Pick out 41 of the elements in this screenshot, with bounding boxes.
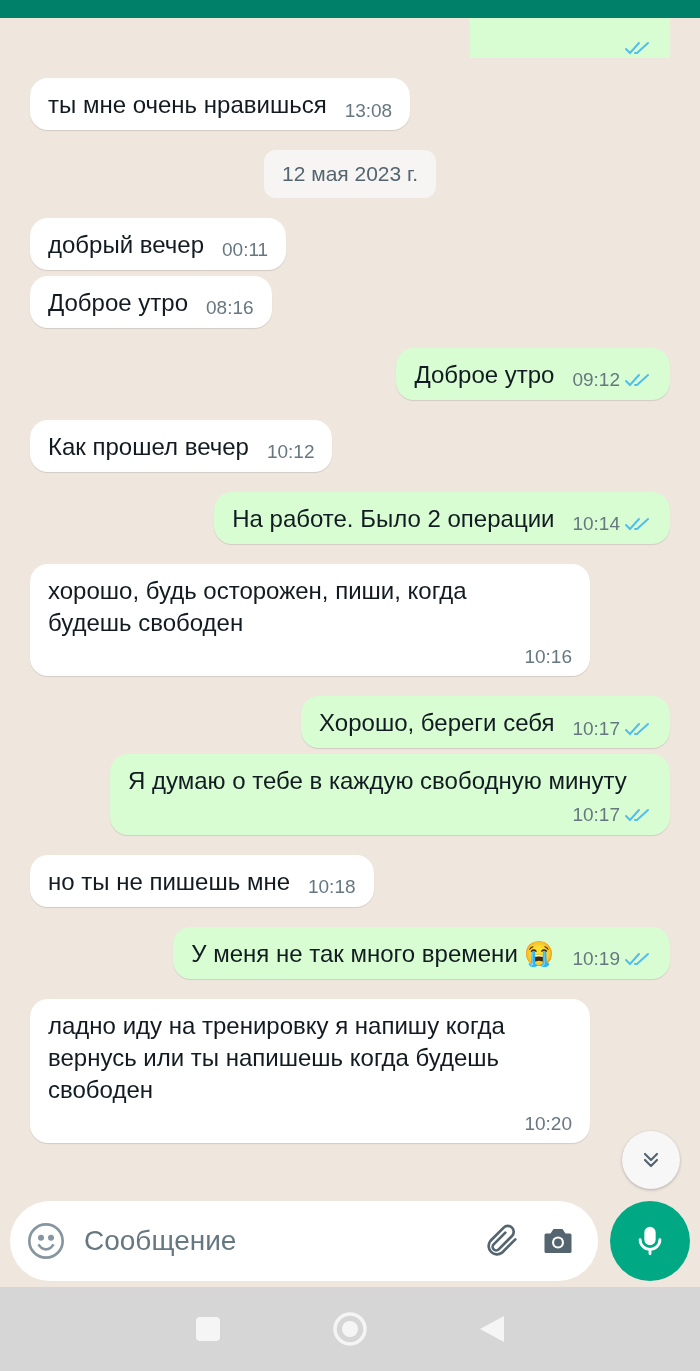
- message-text: ладно иду на тренировку я напишу когда вернусь или ты напишешь когда будешь свободен: [48, 1010, 506, 1105]
- message-time: 10:17: [572, 803, 620, 827]
- message-text: Как прошел вечер: [48, 431, 250, 462]
- message-bubble[interactable]: Как прошел вечер 10:12: [30, 419, 333, 472]
- message-time: 10:14: [572, 512, 620, 536]
- message-bubble[interactable]: Хорошо, береги себя 10:17: [301, 696, 670, 748]
- message-text: Хорошо, береги себя: [319, 708, 556, 738]
- message-text: Я думаю о тебе в каждую свободную минуту: [128, 766, 628, 796]
- message-text: Доброе утро: [48, 287, 189, 318]
- message-input-field[interactable]: Сообщение: [10, 1201, 598, 1281]
- message-text: На работе. Было 2 операции: [232, 503, 556, 534]
- message-text: но ты не пишешь мне: [48, 866, 291, 897]
- message-bubble[interactable]: Я думаю о тебе в каждую свободную минуту 10:17: [110, 754, 670, 835]
- date-label: 12 мая 2023 г.: [264, 150, 436, 198]
- message-bubble[interactable]: хорошо, будь осторожен, пиши, когда будешь свободен 10:16: [30, 563, 590, 676]
- message-text: Доброе утро: [414, 359, 556, 390]
- message-time: 08:16: [206, 296, 254, 320]
- scroll-down-button[interactable]: [622, 1131, 680, 1189]
- message-text: хорошо, будь осторожен, пиши, когда будешь свободен: [48, 575, 468, 638]
- message-bubble[interactable]: Доброе утро 09:12: [396, 347, 670, 400]
- message-time: 09:12: [572, 368, 620, 392]
- message-bubble[interactable]: У меня не так много времени 😭 10:19: [173, 926, 670, 979]
- message-time: 10:18: [308, 875, 356, 899]
- message-bubble[interactable]: добрый вечер 00:11: [30, 217, 287, 270]
- message-bubble[interactable]: но ты не пишешь мне 10:18: [30, 854, 374, 907]
- message-bubble[interactable]: На работе. Было 2 операции 10:14: [214, 491, 670, 544]
- message-bubble[interactable]: Доброе утро 08:16: [30, 275, 272, 328]
- message-time: 00:11: [222, 238, 269, 262]
- message-time: 10:20: [524, 1111, 572, 1136]
- message-text: У меня не так много времени 😭: [191, 938, 556, 969]
- message-time: 13:08: [344, 98, 393, 123]
- emoji-icon[interactable]: [26, 1221, 66, 1261]
- message-bubble[interactable]: ладно иду на тренировку я напишу когда вернусь или ты напишешь когда будешь свободен 10:20: [30, 998, 590, 1143]
- message-time: 10:12: [266, 440, 315, 464]
- message-time: 10:17: [572, 716, 620, 741]
- message-text: добрый вечер: [48, 229, 205, 260]
- message-time: 10:19: [572, 947, 620, 971]
- message-text: ты мне очень нравишься: [48, 90, 328, 120]
- message-time: 10:16: [524, 644, 572, 669]
- message-bubble[interactable]: ты мне очень нравишься 13:08: [30, 78, 411, 130]
- message-input[interactable]: Сообщение: [84, 1220, 464, 1262]
